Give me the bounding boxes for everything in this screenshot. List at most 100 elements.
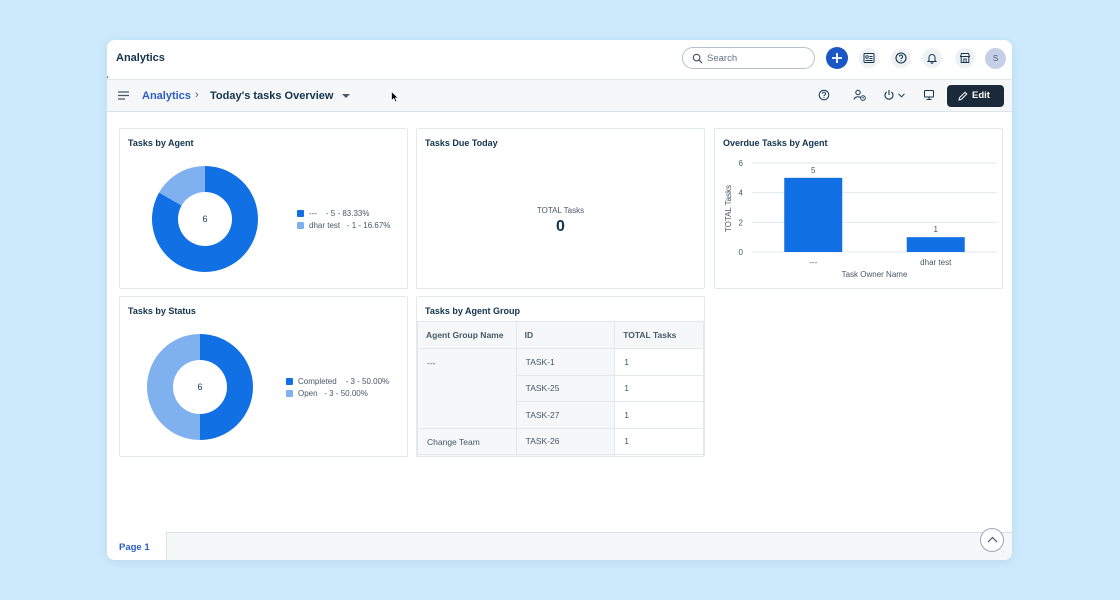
- legend-swatch: [286, 390, 293, 397]
- widget-tasks-by-status[interactable]: Tasks by Status 6 Completed - 3 - 50.00%…: [119, 296, 408, 457]
- page-tabs-bar: Page 1: [107, 528, 1012, 560]
- plus-icon: [832, 53, 842, 63]
- y-tick-label: 4: [739, 189, 744, 198]
- search-icon: [692, 53, 703, 64]
- legend-value: - 3 - 50.00%: [345, 377, 390, 386]
- overdue-bar-chart: 0 2 4 6 5 --- 1 dhar test Task Owner Name TOTAL T…: [724, 159, 997, 279]
- help-icon: [895, 52, 907, 64]
- dashboard-toolbar: Analytics › Today's tasks Overview Edit: [107, 80, 1012, 112]
- total-cell: 1: [614, 348, 704, 376]
- legend-swatch: [286, 378, 293, 385]
- app-title: Analytics: [116, 52, 165, 64]
- task-id-cell: [515, 454, 616, 456]
- bar: [784, 177, 843, 252]
- legend-value: - 1 - 16.67%: [346, 221, 391, 230]
- legend-entry[interactable]: --- - 5 - 83.33%: [297, 209, 369, 218]
- legend-value: - 5 - 83.33%: [325, 209, 370, 218]
- table-row: --- TASK-1 1: [417, 348, 704, 429]
- legend-entry[interactable]: Open - 3 - 50.00%: [286, 389, 368, 398]
- total-tasks-label: TOTAL Tasks: [536, 206, 585, 215]
- page-tab-1[interactable]: Page 1: [107, 532, 167, 560]
- bar: [906, 237, 965, 252]
- legend-label: Open: [298, 389, 318, 398]
- total-cell: 1: [614, 374, 704, 402]
- store-icon: [959, 53, 971, 63]
- x-axis-label: Task Owner Name: [842, 270, 908, 279]
- donut-center-label: 6: [202, 214, 207, 224]
- analytics-window: ▸ Analytics Search: [107, 40, 1012, 560]
- chevron-down-icon[interactable]: [898, 93, 905, 98]
- dashboard-switch-dropdown[interactable]: [342, 94, 350, 98]
- legend-swatch: [297, 210, 304, 217]
- breadcrumb-separator: ›: [195, 89, 199, 101]
- bell-icon: [926, 54, 938, 64]
- page-tab-label: Page 1: [119, 542, 150, 553]
- search-input[interactable]: Search: [682, 47, 815, 69]
- y-tick-label: 2: [739, 218, 744, 227]
- agent-group-table: Agent Group Name ID TOTAL Tasks --- TASK…: [417, 321, 704, 456]
- donut-slice: [200, 334, 253, 440]
- chevron-up-icon: [987, 536, 998, 543]
- monitor-icon[interactable]: [923, 89, 935, 101]
- total-cell: 1: [614, 427, 704, 455]
- user-avatar[interactable]: S: [985, 48, 1006, 69]
- pencil-icon: [958, 91, 968, 101]
- legend-label: dhar test: [309, 221, 341, 230]
- task-id-cell: TASK-25: [515, 374, 616, 402]
- task-id-cell: TASK-27: [515, 401, 616, 429]
- total-cell: [614, 454, 704, 456]
- group-name-cell: ---: [417, 348, 517, 429]
- widget-title: Tasks by Agent Group: [425, 306, 521, 316]
- legend-label: ---: [309, 209, 317, 218]
- group-name-cell: [417, 454, 517, 456]
- search-placeholder: Search: [707, 53, 738, 64]
- user-clock-icon[interactable]: [853, 89, 866, 101]
- dashboard-canvas: Tasks by Agent 6 --- - 5 - 83.33% dhar t…: [112, 120, 1010, 532]
- power-icon[interactable]: [883, 89, 895, 101]
- notifications-button[interactable]: [922, 48, 942, 68]
- legend-entry[interactable]: Completed - 3 - 50.00%: [286, 377, 389, 386]
- contact-card-icon: [863, 53, 875, 63]
- task-id-cell: TASK-26: [515, 427, 616, 455]
- legend-value: - 3 - 50.00%: [324, 389, 368, 398]
- breadcrumb-root[interactable]: Analytics: [142, 90, 191, 102]
- task-id-cell: TASK-1: [515, 348, 616, 376]
- table-header-row: Agent Group Name ID TOTAL Tasks: [417, 321, 704, 349]
- edit-dashboard-button[interactable]: Edit: [947, 85, 1004, 107]
- widget-tasks-by-agent-group[interactable]: Tasks by Agent Group Agent Group Name ID…: [416, 296, 705, 457]
- donut-center-label: 6: [197, 382, 202, 392]
- total-tasks-value: 0: [556, 218, 565, 235]
- bar-data-label: 5: [811, 166, 816, 175]
- hamburger-icon[interactable]: [118, 91, 129, 100]
- table-row: [417, 454, 704, 456]
- legend-label: Completed: [298, 377, 337, 386]
- bar-data-label: 1: [934, 225, 939, 234]
- add-new-button[interactable]: [826, 47, 848, 69]
- table-row: Change Team TASK-26 1: [417, 427, 704, 455]
- column-header[interactable]: ID: [515, 321, 616, 349]
- widget-title: Tasks Due Today: [425, 138, 498, 148]
- help-icon[interactable]: [818, 89, 830, 101]
- column-header[interactable]: TOTAL Tasks: [614, 321, 704, 349]
- mouse-cursor-icon: [391, 91, 399, 103]
- total-cell: 1: [614, 401, 704, 429]
- legend-entry[interactable]: dhar test - 1 - 16.67%: [297, 221, 390, 230]
- marketplace-button[interactable]: [955, 48, 975, 68]
- donut-slice: [147, 334, 200, 440]
- contacts-button[interactable]: [859, 48, 879, 68]
- group-name-cell: Change Team: [417, 427, 517, 455]
- scroll-to-top-button[interactable]: [980, 528, 1004, 552]
- help-button[interactable]: [891, 48, 911, 68]
- legend-swatch: [297, 222, 304, 229]
- widget-tasks-due-today[interactable]: Tasks Due Today TOTAL Tasks 0: [416, 128, 705, 289]
- column-header[interactable]: Agent Group Name: [417, 321, 517, 349]
- edit-button-label: Edit: [972, 90, 990, 101]
- widget-overdue-by-agent[interactable]: Overdue Tasks by Agent 0 2 4 6 5 --- 1 dhar tes…: [714, 128, 1003, 289]
- x-tick-label: ---: [809, 258, 817, 267]
- breadcrumb-current: Today's tasks Overview: [210, 90, 334, 102]
- widget-tasks-by-agent[interactable]: Tasks by Agent 6 --- - 5 - 83.33% dhar t…: [119, 128, 408, 289]
- y-axis-label: TOTAL Tasks: [724, 185, 733, 232]
- x-tick-label: dhar test: [920, 258, 952, 267]
- y-tick-label: 0: [739, 248, 744, 257]
- y-tick-label: 6: [739, 159, 744, 168]
